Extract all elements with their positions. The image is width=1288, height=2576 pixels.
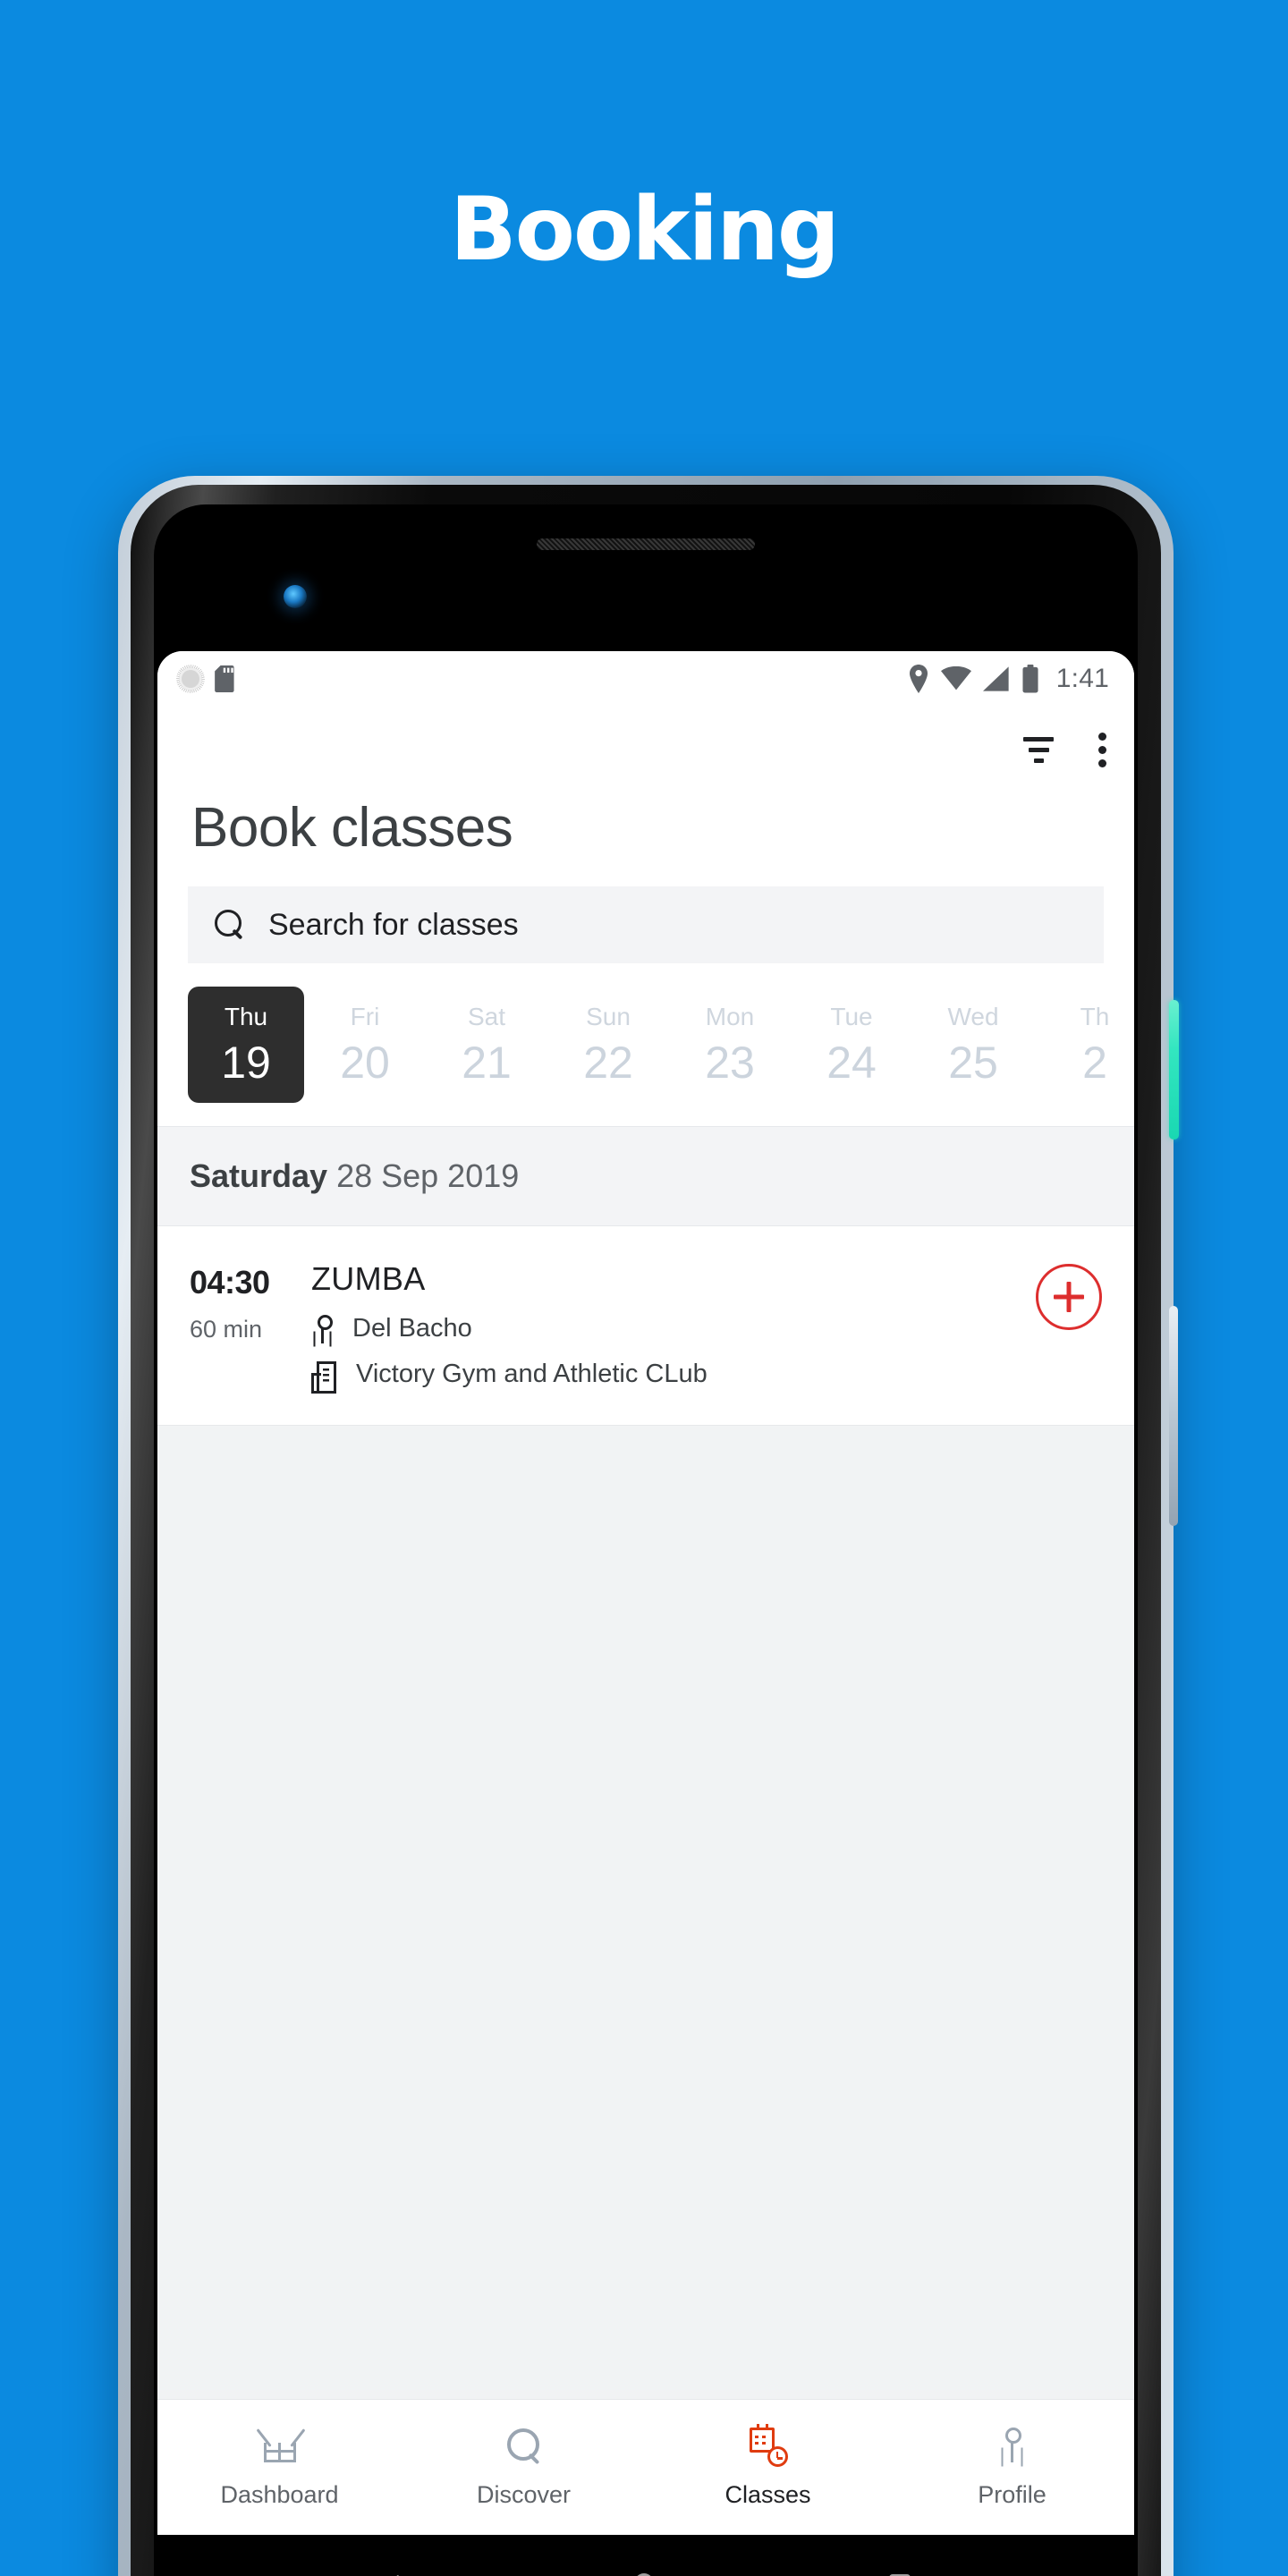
day-header-date: 28 Sep 2019 — [336, 1157, 520, 1194]
class-time-column: 04:30 60 min — [190, 1260, 308, 1343]
date-cell-22[interactable]: Sun 22 — [547, 987, 669, 1103]
phone-screen: 1:41 Book classes Search for classes Thu… — [157, 651, 1134, 2576]
building-icon — [311, 1360, 338, 1394]
status-bar-clock: 1:41 — [1055, 664, 1109, 693]
date-cell-weekday: Wed — [947, 1003, 999, 1030]
earpiece-speaker — [537, 538, 755, 550]
date-cell-23[interactable]: Mon 23 — [669, 987, 791, 1103]
date-cell-weekday: Mon — [705, 1003, 755, 1030]
promo-title: Booking — [449, 179, 840, 281]
date-cell-21[interactable]: Sat 21 — [426, 987, 547, 1103]
search-icon — [215, 910, 245, 940]
class-info-column: ZUMBA Del Bacho Victory Gym and Athletic C… — [308, 1260, 1036, 1394]
date-cell-weekday: Th — [1080, 1003, 1110, 1030]
bottom-nav-item-dashboard[interactable]: Dashboard — [157, 2400, 402, 2535]
class-name: ZUMBA — [311, 1260, 426, 1297]
date-cell-daynumber: 21 — [462, 1038, 512, 1088]
sd-card-icon — [215, 665, 234, 692]
power-button[interactable] — [1169, 1000, 1179, 1140]
date-cell-2[interactable]: Th 2 — [1034, 987, 1134, 1103]
class-instructor: Del Bacho — [352, 1314, 472, 1343]
date-cell-daynumber: 19 — [221, 1038, 271, 1088]
wifi-icon — [940, 666, 971, 691]
location-pin-icon — [909, 665, 928, 693]
bottom-nav-label: Profile — [978, 2481, 1046, 2508]
class-list: 04:30 60 min ZUMBA Del Bacho Victory Gym and… — [157, 1226, 1134, 2399]
date-cell-24[interactable]: Tue 24 — [791, 987, 912, 1103]
add-class-button[interactable] — [1036, 1264, 1102, 1330]
battery-icon — [1022, 665, 1038, 693]
status-bar-left-icons — [179, 665, 238, 692]
page-title: Book classes — [191, 797, 513, 859]
date-selector-strip[interactable]: Thu 19 Fri 20 Sat 21 Sun 22 Mon 23 Tue 24 Wed 25 Th 2 — [157, 963, 1134, 1126]
calendar-clock-icon — [748, 2424, 789, 2467]
phone-mockup: 1:41 Book classes Search for classes Thu… — [118, 476, 1179, 2576]
app-bar — [157, 707, 1134, 792]
date-cell-daynumber: 20 — [340, 1038, 390, 1088]
cell-signal-icon — [982, 666, 1009, 691]
class-venue-row: Victory Gym and Athletic CLub — [311, 1360, 1036, 1394]
bottom-navigation-bar: Dashboard Discover Classes Profile — [157, 2399, 1134, 2535]
person-icon — [311, 1314, 335, 1343]
day-header: Saturday 28 Sep 2019 — [157, 1126, 1134, 1226]
front-camera-icon — [284, 585, 307, 608]
bottom-nav-item-discover[interactable]: Discover — [402, 2400, 646, 2535]
system-navigation-bar — [157, 2535, 1134, 2576]
status-bar: 1:41 — [157, 651, 1134, 707]
search-input[interactable]: Search for classes — [188, 886, 1104, 963]
more-vert-icon[interactable] — [1097, 732, 1107, 767]
bottom-nav-item-profile[interactable]: Profile — [890, 2400, 1134, 2535]
date-cell-daynumber: 24 — [826, 1038, 877, 1088]
class-venue: Victory Gym and Athletic CLub — [356, 1360, 708, 1388]
filter-icon[interactable] — [1021, 736, 1055, 763]
date-cell-20[interactable]: Fri 20 — [304, 987, 426, 1103]
date-cell-daynumber: 2 — [1082, 1038, 1107, 1088]
day-header-weekday: Saturday — [190, 1157, 328, 1194]
person-icon — [992, 2426, 1033, 2467]
bottom-nav-label: Discover — [476, 2481, 572, 2508]
sync-icon — [179, 667, 202, 691]
date-cell-25[interactable]: Wed 25 — [912, 987, 1034, 1103]
search-icon — [504, 2426, 545, 2467]
bottom-nav-label: Dashboard — [220, 2481, 339, 2508]
search-container: Search for classes — [157, 886, 1134, 963]
class-list-item[interactable]: 04:30 60 min ZUMBA Del Bacho Victory Gym and… — [157, 1226, 1134, 1426]
home-icon — [256, 2426, 305, 2467]
date-cell-weekday: Tue — [830, 1003, 873, 1030]
search-placeholder: Search for classes — [268, 907, 519, 942]
bottom-nav-item-classes[interactable]: Classes — [646, 2400, 890, 2535]
class-duration: 60 min — [190, 1316, 263, 1343]
class-instructor-row: Del Bacho — [311, 1314, 1036, 1343]
date-cell-daynumber: 23 — [705, 1038, 755, 1088]
status-bar-right-icons: 1:41 — [908, 664, 1109, 694]
date-cell-daynumber: 25 — [948, 1038, 998, 1088]
date-cell-weekday: Sun — [586, 1003, 631, 1030]
date-cell-weekday: Sat — [467, 1003, 506, 1030]
volume-rocker-button[interactable] — [1169, 1306, 1178, 1526]
class-start-time: 04:30 — [190, 1264, 270, 1301]
date-cell-weekday: Fri — [350, 1003, 380, 1030]
date-cell-daynumber: 22 — [583, 1038, 633, 1088]
bottom-nav-label: Classes — [724, 2481, 811, 2508]
date-cell-weekday: Thu — [224, 1003, 268, 1030]
date-cell-19[interactable]: Thu 19 — [188, 987, 304, 1103]
